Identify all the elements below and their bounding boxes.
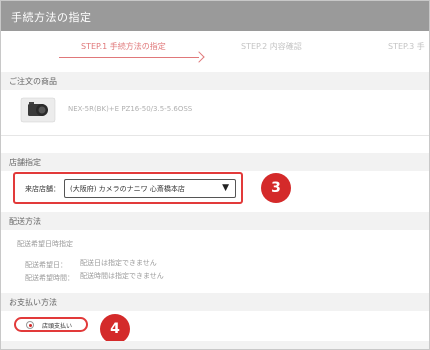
divider	[1, 135, 429, 136]
product-name: NEX-5R(BK)+E PZ16-50/3.5-5.6OSS	[68, 105, 193, 113]
checkout-frame: 手続方法の指定 STEP.1 手続方法の指定 STEP.2 内容確認 STEP.…	[0, 0, 430, 350]
store-selection-box: 来店店舗： (大阪府) カメラのナニワ 心斎橋本店 ▼	[13, 172, 243, 204]
radio-selected-icon[interactable]	[26, 321, 34, 329]
step-arrow-icon	[193, 51, 205, 63]
store-select-value: (大阪府) カメラのナニワ 心斎橋本店	[70, 185, 185, 193]
next-section-strip	[1, 341, 429, 349]
payment-option-label: 店頭支払い	[42, 323, 73, 330]
order-section-title: ご注文の商品	[9, 77, 57, 86]
payment-section-header: お支払い方法	[1, 293, 429, 311]
step-3: STEP.3 手	[388, 42, 425, 51]
shipping-section-title: 配送方法	[9, 217, 41, 226]
page-title: 手続方法の指定	[11, 11, 92, 24]
callout-badge-3: 3	[261, 173, 291, 203]
page-header: 手続方法の指定	[1, 1, 429, 31]
store-section-header: 店舗指定	[1, 153, 429, 171]
step-progress-line	[59, 57, 199, 58]
shipping-subtitle: 配送希望日時指定	[17, 240, 73, 248]
shipping-date-value: 配送日は指定できません	[80, 259, 157, 267]
shipping-section-header: 配送方法	[1, 212, 429, 230]
payment-option-box[interactable]: 店頭支払い	[14, 317, 88, 332]
store-label: 来店店舗：	[25, 185, 60, 193]
order-section-header: ご注文の商品	[1, 72, 429, 90]
store-section-title: 店舗指定	[9, 158, 41, 167]
dropdown-arrow-icon: ▼	[222, 183, 229, 193]
payment-section-title: お支払い方法	[9, 298, 57, 307]
shipping-date-label: 配送希望日：	[25, 261, 67, 269]
step-indicator: STEP.1 手続方法の指定 STEP.2 内容確認 STEP.3 手	[1, 31, 429, 71]
step-1: STEP.1 手続方法の指定	[81, 42, 166, 51]
store-select[interactable]: (大阪府) カメラのナニワ 心斎橋本店 ▼	[64, 179, 236, 198]
shipping-time-label: 配送希望時間：	[25, 274, 74, 282]
callout-badge-4: 4	[100, 314, 130, 344]
step-2: STEP.2 内容確認	[241, 42, 302, 51]
shipping-time-value: 配送時間は指定できません	[80, 272, 164, 280]
camera-thumbnail-icon	[20, 97, 56, 123]
